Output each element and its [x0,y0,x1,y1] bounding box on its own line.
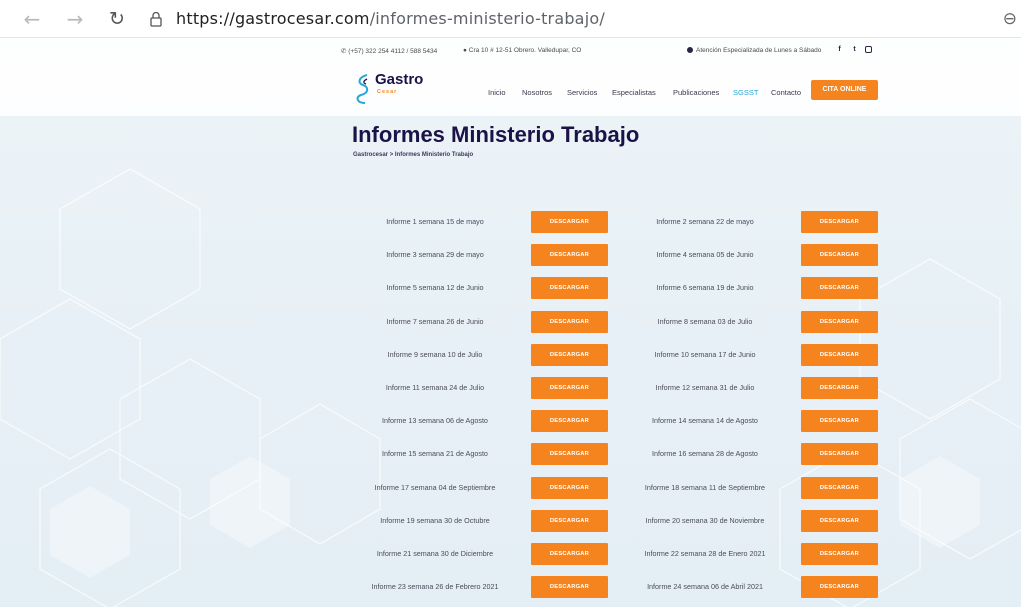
download-button[interactable]: DESCARGAR [801,576,878,599]
report-row: Informe 22 semana 28 de Enero 2021 DESCAR… [0,543,1021,565]
report-label: Informe 20 semana 30 de Noviembre [645,515,765,525]
back-icon[interactable]: ← [20,7,44,31]
report-label: Informe 2 semana 22 de mayo [656,217,754,226]
nav-nosotros[interactable]: Nosotros [522,88,552,97]
report-label: Informe 10 semana 17 de Junio [654,349,756,359]
instagram-icon[interactable] [865,46,872,53]
download-button[interactable]: DESCARGAR [801,543,878,565]
page-title: Informes Ministerio Trabajo [352,122,640,147]
schedule-text: Atención Especializada de Lunes a Sábado [696,47,822,54]
report-label: Informe 8 semana 03 de Julio [657,316,753,326]
reload-icon[interactable]: ↻ [105,7,129,31]
logo-text: Gastro [375,71,424,88]
download-button[interactable]: DESCARGAR [801,310,878,333]
breadcrumb[interactable]: Gastrocesar > Informes Ministerio Trabaj… [353,152,473,158]
report-row: Informe 6 semana 19 de Junio DESCARGAR [0,277,1021,300]
nav-especialistas[interactable]: Especialistas [612,88,656,97]
download-button[interactable]: DESCARGAR [801,377,878,399]
download-button[interactable]: DESCARGAR [801,244,878,267]
download-button[interactable]: DESCARGAR [801,443,878,466]
nav-publicaciones[interactable]: Publicaciones [673,88,719,97]
phone-icon: ✆ [341,48,347,55]
report-row: Informe 10 semana 17 de Junio DESCARGAR [0,343,1021,366]
report-label: Informe 12 semana 31 de Julio [655,383,755,392]
nav-contacto[interactable]: Contacto [771,88,801,97]
url-host: https://gastrocesar.com [176,9,370,28]
nav-inicio[interactable]: Inicio [488,88,506,97]
download-button[interactable]: DESCARGAR [801,509,878,532]
logo-subtext: Cesar [377,89,398,95]
download-button[interactable]: DESCARGAR [801,410,878,433]
report-row: Informe 14 semana 14 de Agosto DESCARGAR [0,410,1021,433]
phone-info: ✆ (+57) 322 254 4112 / 588 5434 [341,47,437,55]
report-label: Informe 4 semana 05 de Junio [656,250,754,260]
report-row: Informe 20 semana 30 de Noviembre DESCARG… [0,509,1021,532]
report-row: Informe 2 semana 22 de mayo DESCARGAR [0,211,1021,233]
lock-icon [150,11,162,27]
report-row: Informe 12 semana 31 de Julio DESCARGAR [0,377,1021,399]
report-label: Informe 22 semana 28 de Enero 2021 [644,549,766,558]
report-row: Informe 16 semana 28 de Agosto DESCARGAR [0,443,1021,466]
twitter-icon[interactable]: t [850,45,859,54]
schedule-info: Atención Especializada de Lunes a Sábado [687,47,821,54]
cita-online-button[interactable]: CITA ONLINE [811,80,878,100]
report-row: Informe 18 semana 11 de Septiembre DESCAR… [0,476,1021,499]
address-info: ● Cra 10 # 12-51 Obrero. Valledupar, CO [463,47,581,54]
webpage: ✆ (+57) 322 254 4112 / 588 5434 ● Cra 10… [0,39,1021,607]
report-label: Informe 16 semana 28 de Agosto [652,449,758,459]
download-button[interactable]: DESCARGAR [801,343,878,366]
report-label: Informe 18 semana 11 de Septiembre [644,482,766,492]
address-bar[interactable]: https://gastrocesar.com/informes-ministe… [176,9,605,28]
report-label: Informe 24 semana 06 de Abril 2021 [647,582,763,592]
clock-icon [687,47,693,53]
browser-toolbar: ← → ↻ https://gastrocesar.com/informes-m… [0,0,1021,38]
url-path: /informes-ministerio-trabajo/ [369,9,605,28]
report-label: Informe 14 semana 14 de Agosto [652,416,758,426]
report-label: Informe 6 semana 19 de Junio [656,283,754,293]
download-button[interactable]: DESCARGAR [801,211,878,233]
nav-sgsst[interactable]: SGSST [733,88,758,97]
logo-mark-icon [356,74,369,104]
location-pin-icon: ● [463,47,467,54]
report-row: Informe 24 semana 06 de Abril 2021 DESCAR… [0,576,1021,599]
site-logo[interactable]: Gastro Cesar [353,71,433,107]
site-header: Gastro Cesar Inicio Nosotros Servicios E… [0,62,1021,116]
report-row: Informe 4 semana 05 de Junio DESCARGAR [0,244,1021,267]
address-text: Cra 10 # 12-51 Obrero. Valledupar, CO [468,47,582,54]
facebook-icon[interactable]: f [835,45,844,54]
report-row: Informe 8 semana 03 de Julio DESCARGAR [0,310,1021,333]
top-info-bar: ✆ (+57) 322 254 4112 / 588 5434 ● Cra 10… [0,39,1021,62]
phone-text: (+57) 322 254 4112 / 588 5434 [348,48,438,55]
download-button[interactable]: DESCARGAR [801,476,878,499]
download-button[interactable]: DESCARGAR [801,277,878,300]
nav-servicios[interactable]: Servicios [567,88,597,97]
forward-icon[interactable]: → [63,7,87,31]
zoom-icon[interactable]: ⊖ [1003,9,1017,29]
